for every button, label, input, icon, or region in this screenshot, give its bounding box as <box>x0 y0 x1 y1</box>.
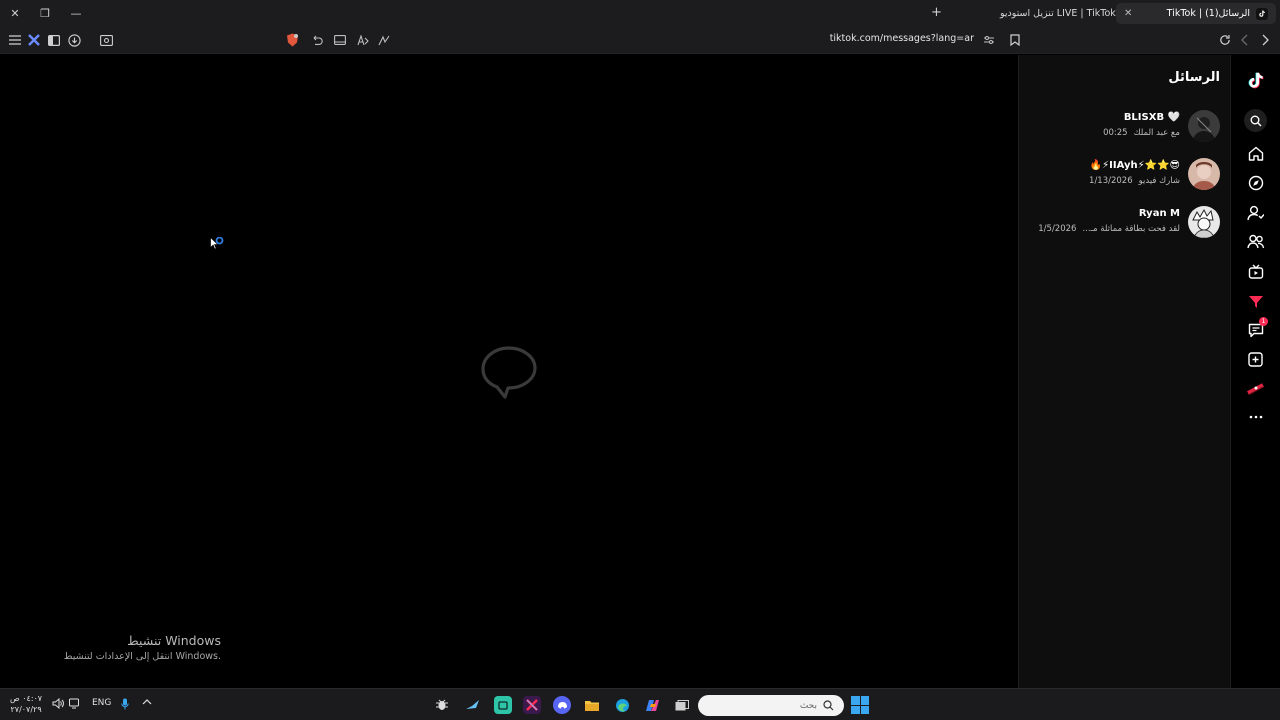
more-icon[interactable] <box>1246 407 1265 426</box>
messages-title: الرسائل <box>1168 70 1220 85</box>
windows-taskbar: ٠٤:٠٧ ص ٢٧/٠٧/٢٩ ENG بحث <box>0 688 1280 720</box>
taskbar-search-input[interactable]: بحث <box>698 695 844 716</box>
conversation-item[interactable]: BLISXB 🤍 مع عبد الملك 00:25 <box>1025 110 1220 146</box>
upload-icon[interactable] <box>1246 350 1265 369</box>
browser-tab-bar: ✕ ❐ — + تنزيل استوديو LIVE | TikTok ✕ Ti… <box>0 0 1280 27</box>
conversation-name: BLISXB 🤍 <box>1123 112 1180 123</box>
mouse-cursor-icon <box>210 236 226 255</box>
tab-tiktok-messages[interactable]: ✕ TikTok | (1)الرسائل <box>1116 3 1276 24</box>
edge-icon[interactable] <box>613 696 631 714</box>
language-indicator[interactable]: ENG <box>92 698 111 708</box>
steam-icon[interactable] <box>463 696 481 714</box>
profile-icon[interactable] <box>1246 379 1265 398</box>
translate-icon[interactable] <box>355 32 371 48</box>
volume-icon[interactable] <box>52 697 64 712</box>
network-icon[interactable] <box>69 698 81 712</box>
explore-icon[interactable] <box>1246 173 1265 192</box>
conversation-preview: لقد فحت بطاقة مماثلة مـ... 1/5/2026 <box>1038 224 1180 234</box>
tiktok-logo-icon[interactable] <box>1246 71 1265 90</box>
site-settings-icon[interactable] <box>981 32 997 48</box>
windows-start-button[interactable] <box>851 696 869 714</box>
search-placeholder: بحث <box>799 700 817 711</box>
conversation-name: Ryan M <box>1138 208 1180 219</box>
search-icon <box>823 700 834 711</box>
conversation-preview: شارك فيديو 1/13/2026 <box>1089 176 1180 186</box>
download-icon[interactable] <box>66 32 82 48</box>
tab-label: تنزيل استوديو LIVE | TikTok <box>1000 8 1116 19</box>
brave-shield-icon[interactable] <box>284 32 300 48</box>
activation-subtitle: انتقل إلى الإعدادات لتنشيط Windows. <box>63 651 221 662</box>
bookmark-icon[interactable] <box>1007 32 1023 48</box>
file-explorer-icon[interactable] <box>583 696 601 714</box>
extension-x-icon[interactable] <box>26 32 42 48</box>
chat-area: تنشيط Windows انتقل إلى الإعدادات لتنشيط… <box>0 55 1018 688</box>
search-icon[interactable] <box>1244 109 1267 132</box>
conversation-name: 🔥⚡IIAyh⚡⭐⭐😎 <box>1089 160 1180 171</box>
capcut-icon[interactable] <box>523 696 541 714</box>
undo-icon[interactable] <box>309 32 325 48</box>
avatar <box>1188 206 1220 238</box>
back-icon[interactable] <box>1237 32 1253 48</box>
activity-icon[interactable] <box>1246 292 1265 311</box>
conversation-item[interactable]: 🔥⚡IIAyh⚡⭐⭐😎 شارك فيديو 1/13/2026 <box>1025 158 1220 194</box>
copilot-icon[interactable] <box>643 696 661 714</box>
conversation-item[interactable]: Ryan M لقد فحت بطاقة مماثلة مـ... 1/5/20… <box>1025 206 1220 242</box>
close-window-icon[interactable]: ✕ <box>6 5 24 21</box>
messages-badge: 1 <box>1259 317 1268 326</box>
menu-icon[interactable] <box>7 32 23 48</box>
bug-app-icon[interactable] <box>433 696 451 714</box>
following-icon[interactable] <box>1246 203 1265 222</box>
chat-bubble-icon <box>480 344 538 406</box>
store-app-icon[interactable] <box>494 696 512 714</box>
tiktok-nav-rail: 1 <box>1231 55 1280 688</box>
microphone-icon[interactable] <box>121 698 129 713</box>
close-tab-icon[interactable]: ✕ <box>1124 8 1132 19</box>
clock[interactable]: ٠٤:٠٧ ص ٢٧/٠٧/٢٩ <box>10 693 42 715</box>
discord-icon[interactable] <box>553 696 571 714</box>
live-icon[interactable] <box>1246 262 1265 281</box>
stats-icon[interactable] <box>376 32 392 48</box>
home-icon[interactable] <box>1246 144 1265 163</box>
tiktok-favicon-icon <box>1256 7 1268 20</box>
activation-title: تنشيط Windows <box>127 633 221 648</box>
avatar <box>1188 110 1220 142</box>
messages-panel: الرسائل BLISXB 🤍 مع عبد الملك 00:25 🔥⚡II… <box>1018 55 1231 688</box>
messages-icon[interactable]: 1 <box>1246 317 1268 340</box>
reload-icon[interactable] <box>1217 32 1233 48</box>
tab-label: TikTok | (1)الرسائل <box>1166 8 1250 19</box>
chevron-up-icon[interactable] <box>142 698 152 708</box>
minimize-window-icon[interactable]: — <box>67 5 85 21</box>
screenshot-icon[interactable] <box>98 32 114 48</box>
restore-window-icon[interactable]: ❐ <box>36 5 54 21</box>
windows-activation-watermark: تنشيط Windows انتقل إلى الإعدادات لتنشيط… <box>64 633 221 662</box>
browser-toolbar: tiktok.com/messages?lang=ar <box>0 27 1280 54</box>
forward-icon[interactable] <box>1257 32 1273 48</box>
friends-icon[interactable] <box>1246 232 1265 251</box>
reader-mode-icon[interactable] <box>332 32 348 48</box>
address-bar[interactable]: tiktok.com/messages?lang=ar <box>830 33 974 44</box>
new-tab-button[interactable]: + <box>931 5 942 20</box>
conversation-preview: مع عبد الملك 00:25 <box>1103 128 1180 138</box>
avatar <box>1188 158 1220 190</box>
sidebar-toggle-icon[interactable] <box>46 32 62 48</box>
virtual-desktop-icon[interactable] <box>673 696 691 714</box>
